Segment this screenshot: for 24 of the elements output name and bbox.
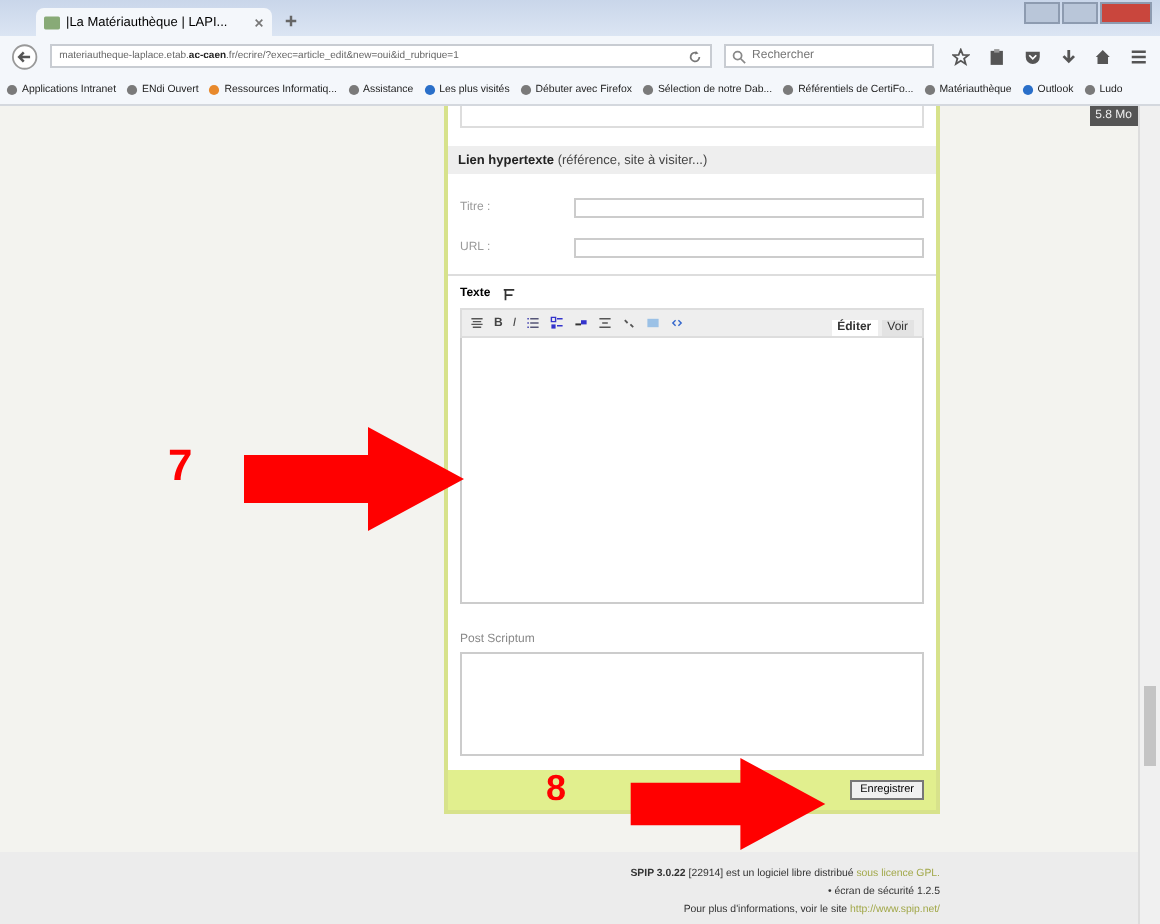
clipboard-icon[interactable] — [988, 47, 1006, 65]
search-icon — [732, 49, 747, 63]
input-field[interactable] — [574, 238, 924, 258]
note-icon[interactable] — [598, 316, 613, 330]
back-icon[interactable] — [12, 43, 38, 69]
list-icon[interactable] — [526, 316, 541, 330]
help-icon[interactable] — [502, 287, 517, 301]
align-icon[interactable] — [470, 316, 484, 330]
menu-icon[interactable] — [1130, 47, 1149, 65]
home-icon[interactable] — [1094, 47, 1113, 65]
step-number: 8 — [546, 770, 567, 806]
scrollbar[interactable] — [1138, 106, 1160, 924]
code-icon[interactable] — [670, 316, 685, 330]
download-icon[interactable] — [1059, 47, 1077, 65]
close-icon[interactable] — [254, 17, 264, 27]
numbered-list-icon[interactable] — [550, 316, 565, 330]
step-number: 7 — [168, 444, 193, 488]
star-icon[interactable] — [952, 47, 971, 65]
new-tab-icon[interactable] — [284, 14, 298, 28]
reload-icon[interactable] — [688, 49, 703, 63]
pocket-icon[interactable] — [1023, 47, 1042, 65]
site-icon — [44, 15, 60, 29]
link-icon[interactable] — [574, 316, 589, 330]
input-field[interactable] — [574, 198, 924, 218]
